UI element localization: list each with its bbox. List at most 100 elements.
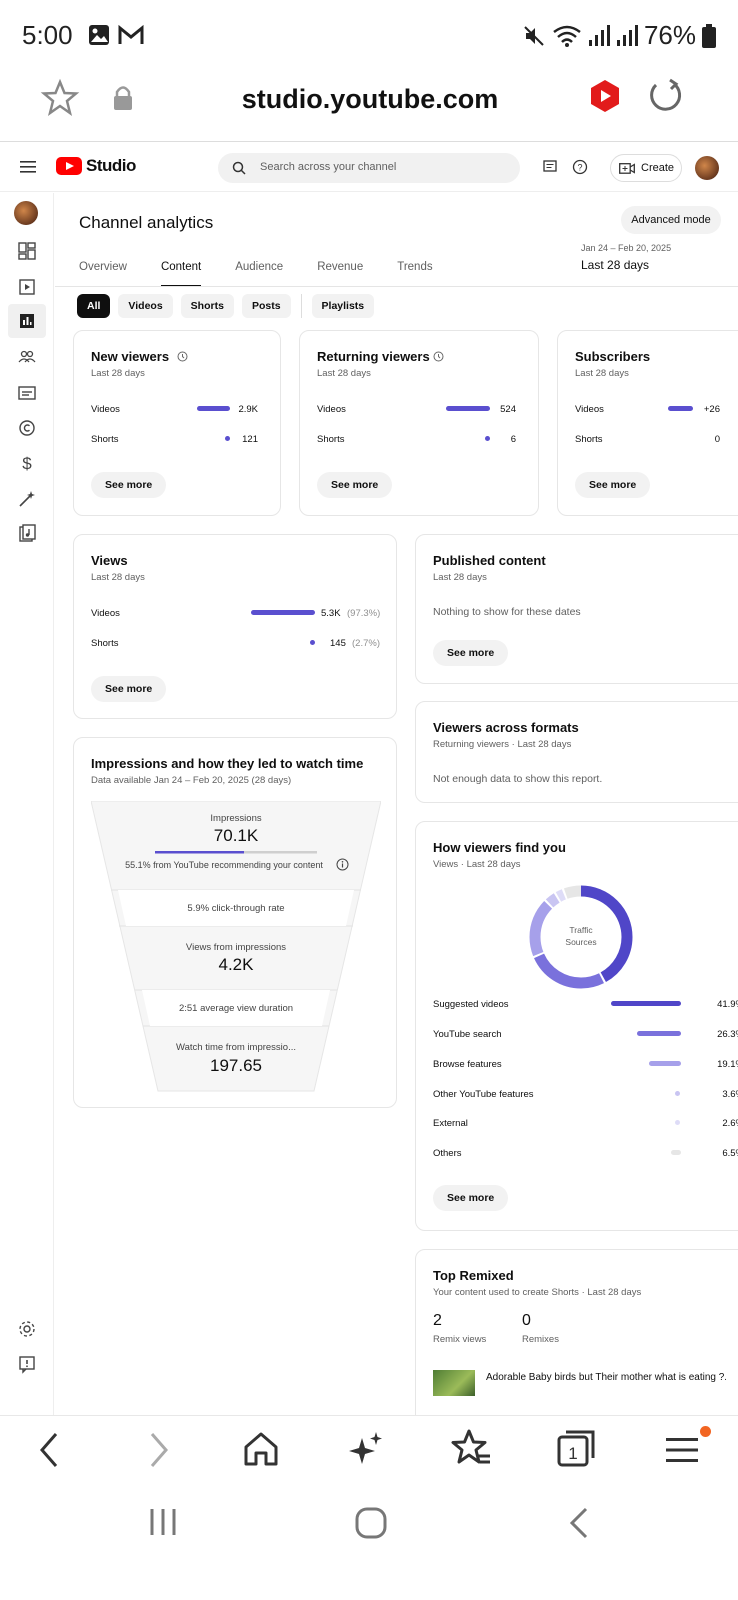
- source-label: Browse features: [433, 1059, 502, 1070]
- bookmark-star-icon[interactable]: [40, 78, 80, 118]
- chip-playlists[interactable]: Playlists: [311, 294, 375, 318]
- source-label: Suggested videos: [433, 999, 509, 1010]
- audio-library-icon[interactable]: [17, 524, 37, 544]
- info-icon[interactable]: [336, 858, 349, 871]
- analytics-icon[interactable]: [17, 311, 37, 331]
- studio-logo[interactable]: Studio: [56, 156, 136, 176]
- system-nav-bar: [0, 1485, 738, 1600]
- chip-videos[interactable]: Videos: [118, 294, 173, 318]
- reload-icon[interactable]: [644, 76, 684, 116]
- date-range-picker[interactable]: Jan 24 – Feb 20, 2025 Last 28 days: [581, 243, 671, 272]
- analytics-main: Channel analytics Advanced mode Overview…: [55, 193, 738, 1415]
- shorts-dot: [310, 640, 315, 645]
- notification-dot: [700, 1426, 711, 1437]
- feedback-message-icon[interactable]: [543, 160, 557, 174]
- lock-icon[interactable]: [112, 84, 134, 112]
- see-more-button[interactable]: See more: [317, 472, 393, 498]
- see-more-button[interactable]: See more: [433, 640, 509, 666]
- battery-icon: [702, 23, 716, 48]
- community-icon[interactable]: [17, 347, 37, 367]
- gallery-icon: [89, 25, 109, 45]
- card-subtitle: Last 28 days: [317, 368, 371, 379]
- donut-center-label: Traffic Sources: [526, 924, 636, 948]
- chip-posts[interactable]: Posts: [241, 294, 291, 318]
- earn-dollar-icon[interactable]: $: [17, 453, 37, 473]
- system-back-icon[interactable]: [568, 1507, 590, 1539]
- home-icon[interactable]: [242, 1430, 280, 1468]
- subtitles-icon[interactable]: [17, 383, 37, 403]
- help-icon[interactable]: ?: [572, 159, 588, 175]
- tab-overview[interactable]: Overview: [79, 261, 127, 287]
- bookmarks-star-icon[interactable]: [450, 1428, 492, 1468]
- source-value: 19.1%: [717, 1059, 738, 1070]
- watch-time-label: Watch time from impressio...: [175, 1042, 296, 1053]
- how-viewers-find-you-card: How viewers find you Views · Last 28 day…: [415, 821, 738, 1231]
- home-button-icon[interactable]: [355, 1507, 387, 1539]
- tab-trends[interactable]: Trends: [397, 261, 432, 287]
- chip-separator: [300, 294, 302, 318]
- customization-wand-icon[interactable]: [17, 489, 37, 509]
- create-button[interactable]: Create: [610, 154, 682, 182]
- chip-shorts[interactable]: Shorts: [180, 294, 234, 318]
- create-label: Create: [641, 162, 675, 174]
- row-label: Shorts: [317, 434, 345, 445]
- content-icon[interactable]: [17, 277, 37, 297]
- see-more-button[interactable]: See more: [433, 1185, 509, 1211]
- remixes-value: 0: [522, 1312, 531, 1329]
- see-more-button[interactable]: See more: [575, 472, 651, 498]
- menu-hamburger-icon[interactable]: [666, 1436, 698, 1464]
- tab-revenue[interactable]: Revenue: [317, 261, 363, 287]
- card-title: Top Remixed: [433, 1268, 514, 1283]
- channel-avatar[interactable]: [14, 201, 38, 225]
- menu-icon[interactable]: [20, 160, 36, 174]
- row-value: 145: [330, 638, 346, 649]
- gmail-icon: [118, 24, 144, 44]
- source-value: 26.3%: [717, 1029, 738, 1040]
- source-label: YouTube search: [433, 1029, 502, 1040]
- settings-icon[interactable]: [17, 1319, 37, 1339]
- video-thumbnail[interactable]: [433, 1370, 475, 1396]
- avg-view-duration-text: 2:51 average view duration: [178, 1003, 294, 1014]
- card-title: Views: [91, 553, 128, 568]
- tab-content[interactable]: Content: [160, 261, 202, 287]
- donut-label-line: Traffic: [569, 925, 593, 935]
- card-title: Returning viewers: [317, 349, 430, 364]
- row-value: 121: [242, 434, 258, 445]
- advanced-mode-button[interactable]: Advanced mode: [621, 206, 721, 234]
- search-input[interactable]: Search across your channel: [218, 153, 520, 183]
- analytics-tabs: Overview Content Audience Revenue Trends: [79, 261, 467, 287]
- card-subtitle: Last 28 days: [575, 368, 629, 379]
- row-value: 6: [510, 434, 516, 445]
- send-feedback-icon[interactable]: [17, 1354, 37, 1374]
- avatar[interactable]: [695, 156, 719, 180]
- source-bar: [649, 1061, 681, 1066]
- row-value: 524: [500, 404, 516, 415]
- youtube-shorts-icon[interactable]: [588, 78, 622, 114]
- content-type-chips: All Videos Shorts Posts Playlists: [77, 294, 375, 318]
- recent-apps-icon[interactable]: [148, 1507, 178, 1537]
- ctr-text: 5.9% click-through rate: [187, 903, 285, 914]
- ai-sparkle-icon[interactable]: [348, 1430, 384, 1468]
- card-title: Subscribers: [575, 349, 651, 364]
- card-subtitle: Last 28 days: [91, 368, 145, 379]
- videos-bar: [668, 406, 693, 411]
- card-title: Impressions and how they led to watch ti…: [91, 756, 364, 771]
- back-arrow-icon[interactable]: [36, 1430, 62, 1470]
- remixed-video-title[interactable]: Adorable Baby birds but Their mother wha…: [486, 1372, 726, 1383]
- copyright-icon[interactable]: [17, 418, 37, 438]
- date-range-text: Jan 24 – Feb 20, 2025: [581, 243, 672, 253]
- url-text[interactable]: studio.youtube.com: [180, 84, 560, 115]
- chip-all[interactable]: All: [77, 294, 111, 318]
- tabs-icon[interactable]: 1: [556, 1428, 596, 1468]
- search-icon: [232, 161, 246, 175]
- row-label: Videos: [91, 404, 120, 415]
- forward-arrow-icon[interactable]: [146, 1430, 172, 1470]
- see-more-button[interactable]: See more: [91, 676, 167, 702]
- impressions-funnel-card: Impressions and how they led to watch ti…: [73, 737, 397, 1108]
- returning-viewers-card: Returning viewers Last 28 days Videos 52…: [299, 330, 539, 516]
- see-more-button[interactable]: See more: [91, 472, 167, 498]
- tab-audience[interactable]: Audience: [235, 261, 283, 287]
- subscribers-card: Subscribers Last 28 days Videos +26 Shor…: [557, 330, 738, 516]
- battery-percent: 76%: [643, 20, 696, 50]
- dashboard-icon[interactable]: [17, 241, 37, 261]
